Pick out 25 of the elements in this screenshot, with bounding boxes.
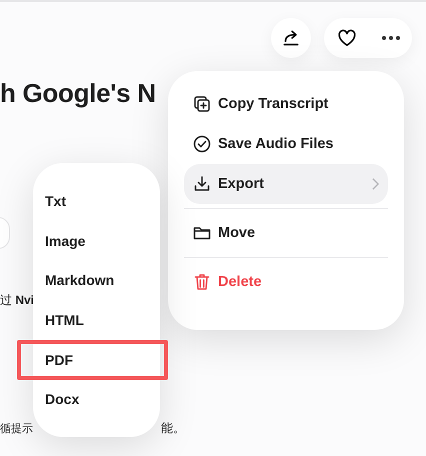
menu-item[interactable]: Export [184, 164, 388, 204]
more-icon [380, 35, 400, 41]
download-icon [192, 174, 212, 194]
menu-item[interactable]: Save Audio Files [184, 124, 388, 164]
article-text: 能。 [161, 420, 185, 436]
checkmark-circle-icon [192, 134, 212, 154]
menu-item[interactable]: Delete [184, 262, 388, 302]
chevron-right-icon [371, 177, 380, 191]
menu-item[interactable]: Move [184, 213, 388, 253]
favorite-button[interactable] [336, 27, 358, 49]
export-option[interactable]: Docx [45, 391, 80, 408]
article-text: 过 Nvi [0, 292, 34, 308]
export-option[interactable]: Markdown [45, 272, 114, 288]
more-button[interactable] [380, 35, 400, 41]
article-text: 循提示 [0, 422, 33, 437]
copy-icon [192, 94, 212, 114]
trash-icon [192, 272, 212, 292]
export-option[interactable]: Txt [45, 192, 66, 209]
heart-icon [336, 27, 358, 49]
article-title: h Google's N [0, 78, 156, 108]
export-option[interactable]: HTML [45, 312, 84, 328]
export-option[interactable]: PDF [45, 352, 73, 368]
share-button[interactable] [271, 18, 311, 58]
menu-item[interactable]: Copy Transcript [184, 84, 388, 124]
export-option[interactable]: Image [45, 232, 86, 248]
